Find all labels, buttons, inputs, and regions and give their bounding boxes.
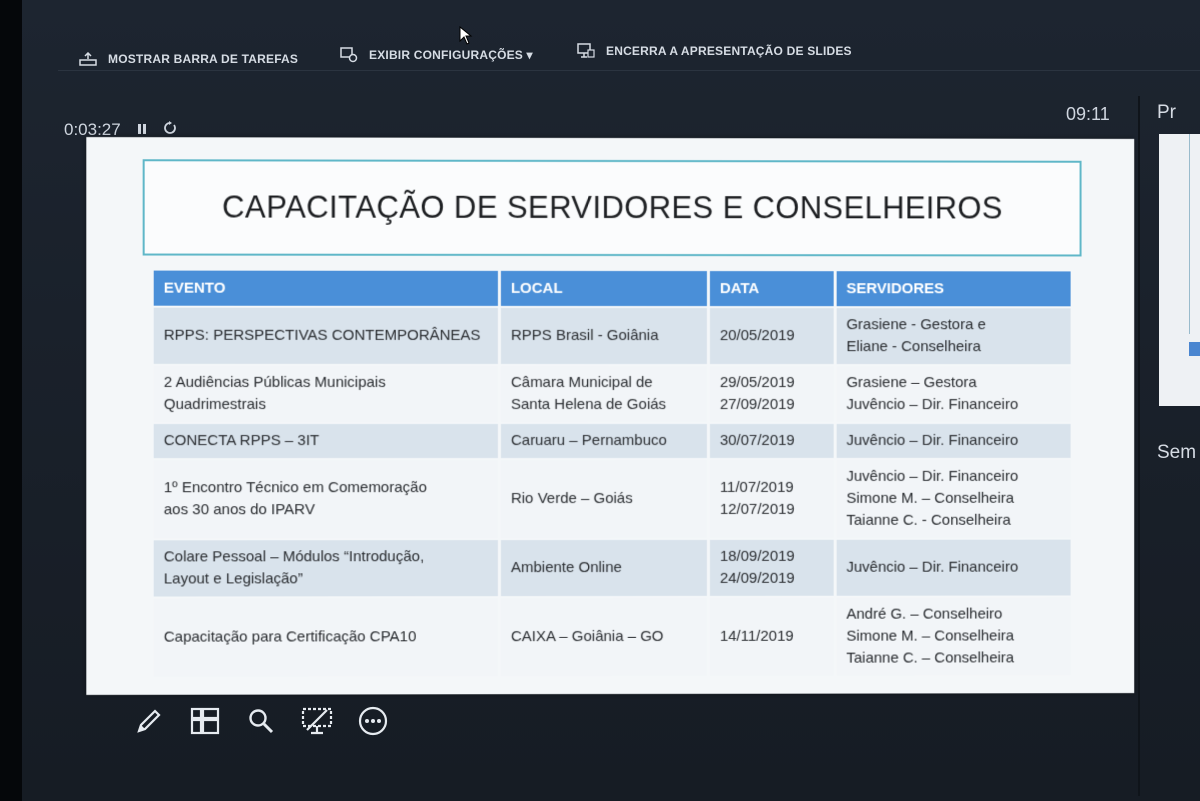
- table-cell-event: CONECTA RPPS – 3IT: [153, 424, 498, 459]
- next-slide-label: Pr: [1157, 102, 1176, 123]
- cell-line: Simone M. – Conselheira: [846, 627, 1015, 645]
- table-cell-event: 1º Encontro Técnico em Comemoração aos 30…: [153, 460, 498, 539]
- cell-line: Eliane - Conselheira: [846, 338, 981, 356]
- cell-line: 1º Encontro Técnico em Comemoração: [163, 479, 427, 497]
- header-staff: SERVIDORES: [836, 271, 1071, 307]
- current-slide[interactable]: CAPACITAÇÃO DE SERVIDORES E CONSELHEIROS…: [86, 137, 1135, 695]
- notes-label: Sem: [1157, 442, 1197, 463]
- table-cell-staff: Juvêncio – Dir. Financeiro Simone M. – Co…: [836, 459, 1071, 538]
- table-cell-staff: Grasiene - Gestora e Eliane - Conselheira: [836, 308, 1071, 365]
- cell-line: 24/09/2019: [719, 569, 795, 587]
- cell-line: Santa Helena de Goiás: [510, 395, 667, 414]
- header-date: DATA: [709, 271, 834, 307]
- presenter-tools: [133, 704, 389, 738]
- display-settings-button[interactable]: EXIBIR CONFIGURAÇÕES ▾: [339, 46, 533, 64]
- table-cell-date: 20/05/2019: [709, 308, 834, 365]
- table-cell-date: 18/09/2019 24/09/2019: [709, 539, 834, 596]
- table-row: 1º Encontro Técnico em Comemoração aos 30…: [153, 459, 1071, 539]
- cell-line: 18/09/2019: [719, 547, 795, 565]
- cell-line: 2 Audiências Públicas Municipais: [163, 373, 386, 391]
- header-event: EVENTO: [153, 270, 498, 306]
- table-cell-event: Colare Pessoal – Módulos “Introdução, Lay…: [153, 540, 498, 597]
- table-row: CONECTA RPPS – 3IT Caruaru – Pernambuco 30…: [153, 423, 1071, 459]
- table-cell-event: RPPS: PERSPECTIVAS CONTEMPORÂNEAS: [153, 307, 498, 364]
- cell-line: 29/05/2019: [719, 374, 795, 392]
- cell-line: Taianne C. – Conselheira: [846, 649, 1015, 667]
- cell-line: 20/05/2019: [719, 327, 795, 345]
- slide-title-box: CAPACITAÇÃO DE SERVIDORES E CONSELHEIROS: [142, 159, 1082, 257]
- next-slide-thumbnail[interactable]: [1159, 134, 1200, 406]
- slides-grid-icon[interactable]: [189, 704, 221, 738]
- table-cell-event: Capacitação para Certificação CPA10: [153, 598, 498, 677]
- cell-line: Caruaru – Pernambuco: [510, 431, 667, 450]
- cell-line: Layout e Legislação”: [163, 570, 303, 588]
- show-taskbar-button[interactable]: MOSTRAR BARRA DE TAREFAS: [78, 50, 298, 68]
- slide-title: CAPACITAÇÃO DE SERVIDORES E CONSELHEIROS: [222, 189, 1003, 226]
- table-cell-local: RPPS Brasil - Goiânia: [500, 307, 707, 365]
- cell-line: CAIXA – Goiânia – GO: [510, 627, 664, 646]
- cell-line: 27/09/2019: [719, 396, 795, 414]
- table-cell-local: Câmara Municipal de Santa Helena de Goiás: [500, 365, 707, 423]
- cell-line: Quadrimestrais: [163, 395, 266, 413]
- table-row: RPPS: PERSPECTIVAS CONTEMPORÂNEAS RPPS Br…: [153, 307, 1071, 365]
- cell-line: Capacitação para Certificação CPA10: [163, 628, 417, 646]
- cell-line: 11/07/2019: [719, 478, 794, 496]
- current-time: 09:11: [1066, 104, 1110, 124]
- black-screen-icon[interactable]: [301, 704, 333, 738]
- table-row: Colare Pessoal – Módulos “Introdução, Lay…: [153, 539, 1071, 597]
- table-header-row: EVENTO LOCAL DATA SERVIDORES: [153, 270, 1071, 307]
- table-cell-date: 14/11/2019: [709, 597, 834, 676]
- pen-icon[interactable]: [133, 704, 165, 738]
- cell-line: 12/07/2019: [719, 500, 795, 518]
- cell-line: Ambiente Online: [510, 558, 622, 577]
- cell-line: 30/07/2019: [719, 431, 795, 449]
- table-cell-date: 30/07/2019: [709, 423, 834, 458]
- more-options-icon[interactable]: [357, 704, 389, 738]
- show-taskbar-label: MOSTRAR BARRA DE TAREFAS: [108, 52, 299, 66]
- cell-line: 14/11/2019: [719, 627, 794, 645]
- table-cell-local: Ambiente Online: [500, 539, 707, 597]
- cell-line: Taianne C. - Conselheira: [846, 511, 1011, 529]
- cell-line: RPPS: PERSPECTIVAS CONTEMPORÂNEAS: [163, 326, 481, 344]
- cell-line: André G. – Conselheiro: [846, 605, 1003, 623]
- table-cell-date: 11/07/2019 12/07/2019: [709, 459, 834, 538]
- cell-line: Grasiene - Gestora e: [846, 316, 986, 334]
- header-local: LOCAL: [500, 270, 707, 307]
- cell-line: Juvêncio – Dir. Financeiro: [846, 558, 1019, 576]
- cell-line: Juvêncio – Dir. Financeiro: [846, 467, 1019, 485]
- events-table: EVENTO LOCAL DATA SERVIDORES RPPS: PERSP…: [151, 269, 1074, 679]
- toolbar-divider: [58, 70, 1200, 71]
- table-cell-staff: Grasiene – Gestora Juvêncio – Dir. Financ…: [836, 366, 1071, 422]
- cell-line: Juvêncio – Dir. Financeiro: [846, 431, 1019, 449]
- cell-line: Juvêncio – Dir. Financeiro: [846, 396, 1019, 414]
- mouse-cursor-icon: [459, 25, 473, 51]
- cell-line: Grasiene – Gestora: [846, 374, 977, 392]
- end-slideshow-icon: [576, 42, 596, 60]
- cell-line: Rio Verde – Goiás: [510, 489, 633, 508]
- cell-line: Simone M. – Conselheira: [846, 489, 1015, 507]
- panel-divider: [1138, 96, 1140, 796]
- table-cell-local: Rio Verde – Goiás: [500, 459, 707, 539]
- cell-line: Câmara Municipal de: [510, 373, 653, 392]
- end-slideshow-label: ENCERRA A APRESENTAÇÃO DE SLIDES: [606, 44, 852, 58]
- table-cell-event: 2 Audiências Públicas Municipais Quadrime…: [153, 365, 498, 423]
- table-cell-staff: André G. – Conselheiro Simone M. – Consel…: [836, 597, 1071, 676]
- table-cell-staff: Juvêncio – Dir. Financeiro: [836, 423, 1071, 458]
- display-settings-label: EXIBIR CONFIGURAÇÕES ▾: [369, 48, 533, 62]
- cell-line: RPPS Brasil - Goiânia: [510, 326, 659, 345]
- table-cell-date: 29/05/2019 27/09/2019: [709, 366, 834, 422]
- cell-line: aos 30 anos do IPARV: [163, 501, 315, 519]
- table-cell-local: CAIXA – Goiânia – GO: [500, 597, 707, 677]
- table-cell-staff: Juvêncio – Dir. Financeiro: [836, 539, 1071, 596]
- zoom-icon[interactable]: [245, 704, 277, 738]
- cell-line: CONECTA RPPS – 3IT: [163, 432, 320, 450]
- end-slideshow-button[interactable]: ENCERRA A APRESENTAÇÃO DE SLIDES: [576, 42, 852, 60]
- table-row: 2 Audiências Públicas Municipais Quadrime…: [153, 365, 1071, 423]
- cell-line: Colare Pessoal – Módulos “Introdução,: [163, 548, 425, 566]
- settings-icon: [339, 46, 359, 64]
- taskbar-icon: [78, 50, 98, 68]
- table-cell-local: Caruaru – Pernambuco: [500, 423, 707, 459]
- table-row: Capacitação para Certificação CPA10 CAIXA…: [153, 597, 1071, 677]
